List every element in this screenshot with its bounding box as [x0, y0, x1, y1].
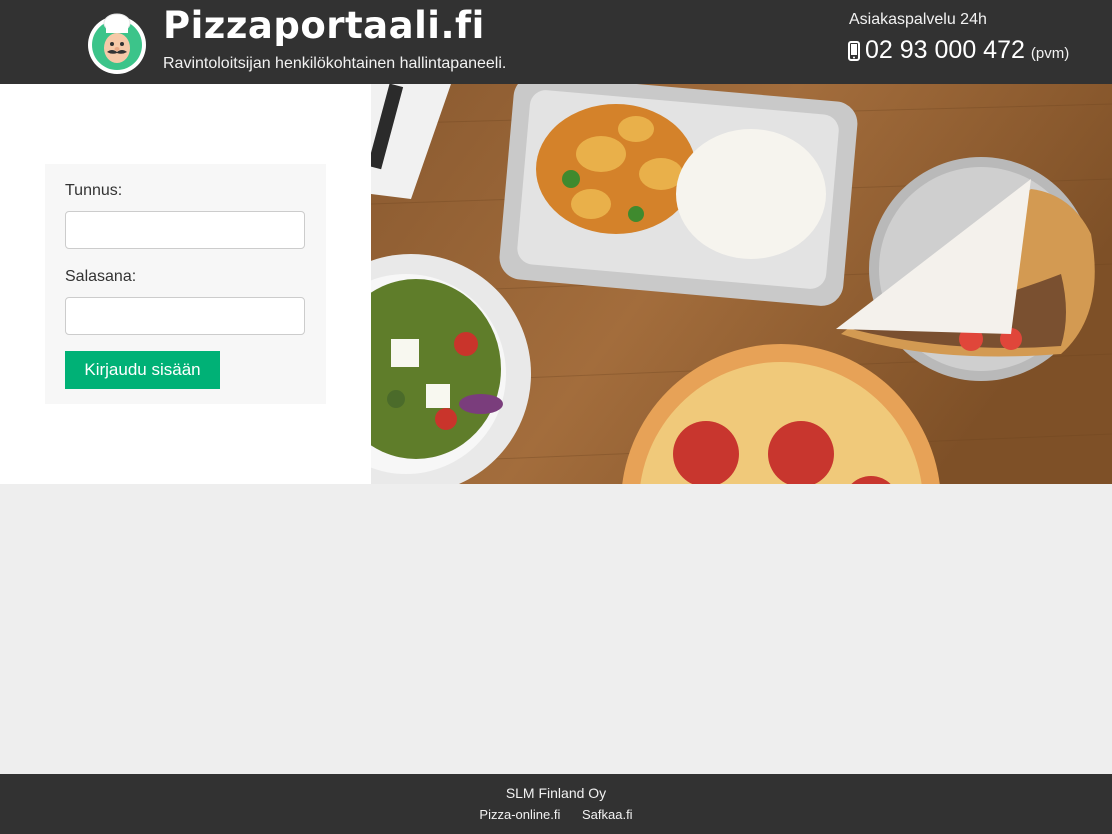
brand-tagline: Ravintoloitsijan henkilökohtainen hallin… [163, 55, 507, 72]
hero-food-image [371, 84, 1112, 484]
login-button[interactable]: Kirjaudu sisään [65, 351, 220, 389]
password-label: Salasana: [65, 268, 137, 285]
support-phone: 02 93 000 472 (pvm) [848, 36, 1069, 65]
login-panel: Tunnus: Salasana: Kirjaudu sisään [0, 84, 371, 484]
password-input[interactable] [65, 297, 305, 335]
chef-mascot-icon[interactable] [87, 11, 147, 74]
phone-number: 02 93 000 472 [865, 36, 1025, 64]
username-input[interactable] [65, 211, 305, 249]
phone-price-note: (pvm) [1030, 45, 1070, 62]
mobile-phone-icon [848, 40, 860, 61]
site-footer: SLM Finland Oy Pizza-online.fi Safkaa.fi [0, 774, 1112, 834]
footer-link-safkaa[interactable]: Safkaa.fi [582, 807, 633, 822]
support-label: Asiakaspalvelu 24h [849, 11, 987, 28]
footer-link-pizza-online[interactable]: Pizza-online.fi [479, 807, 560, 822]
company-name: SLM Finland Oy [505, 785, 607, 801]
login-form: Tunnus: Salasana: Kirjaudu sisään [45, 164, 326, 404]
footer-links: Pizza-online.fi Safkaa.fi [0, 807, 1112, 822]
username-label: Tunnus: [65, 182, 123, 199]
brand-title[interactable]: Pizzaportaali.fi [163, 4, 485, 47]
site-header: Pizzaportaali.fi Ravintoloitsijan henkil… [0, 0, 1112, 84]
